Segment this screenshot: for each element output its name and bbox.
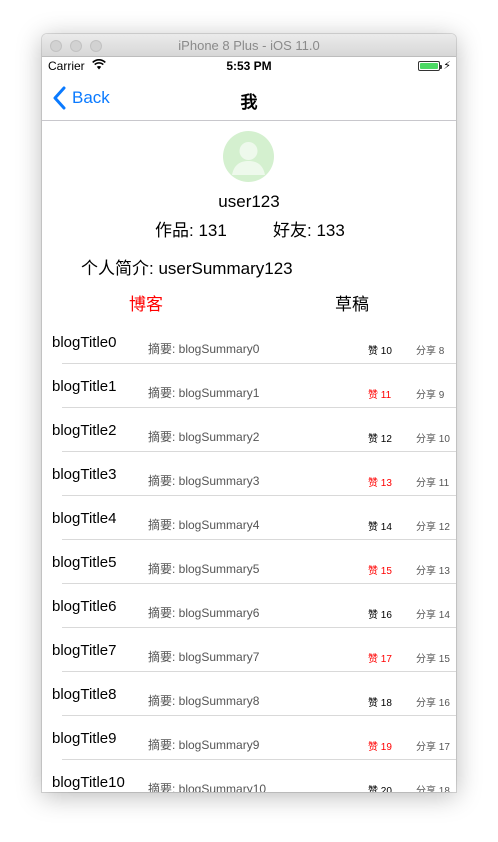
like-count: 赞 20 [368, 786, 392, 792]
blog-title: blogTitle9 [52, 730, 117, 747]
blog-summary: 摘要: blogSummary6 [148, 606, 260, 620]
blog-summary: 摘要: blogSummary7 [148, 650, 260, 664]
like-count: 赞 15 [368, 566, 392, 577]
charging-bolt-icon: ⚡ [443, 60, 451, 72]
list-item[interactable]: blogTitle7 摘要: blogSummary7 赞 17 分享 15 [42, 628, 456, 672]
blog-summary: 摘要: blogSummary4 [148, 518, 260, 532]
segment-tabs: 博客 草稿 [42, 290, 456, 320]
blog-summary: 摘要: blogSummary2 [148, 430, 260, 444]
share-count: 分享 18 [416, 786, 450, 792]
list-item[interactable]: blogTitle3 摘要: blogSummary3 赞 13 分享 11 [42, 452, 456, 496]
like-count: 赞 13 [368, 478, 392, 489]
window-title: iPhone 8 Plus - iOS 11.0 [178, 38, 320, 53]
blog-title: blogTitle0 [52, 334, 117, 351]
list-item[interactable]: blogTitle8 摘要: blogSummary8 赞 18 分享 16 [42, 672, 456, 716]
list-item[interactable]: blogTitle5 摘要: blogSummary5 赞 15 分享 13 [42, 540, 456, 584]
like-count: 赞 18 [368, 698, 392, 709]
list-item[interactable]: blogTitle0 摘要: blogSummary0 赞 10 分享 8 [42, 320, 456, 364]
works-count: 作品: 131 [155, 221, 227, 240]
share-count: 分享 12 [416, 522, 450, 533]
share-count: 分享 8 [416, 346, 445, 357]
status-time: 5:53 PM [226, 59, 272, 73]
tab-blog[interactable]: 博客 [86, 290, 206, 315]
like-count: 赞 11 [368, 390, 392, 401]
blog-title: blogTitle6 [52, 598, 117, 615]
window-titlebar: iPhone 8 Plus - iOS 11.0 [42, 34, 456, 57]
blog-title: blogTitle8 [52, 686, 117, 703]
blog-summary: 摘要: blogSummary10 [148, 782, 267, 792]
navigation-bar: Back 我 [42, 76, 456, 121]
blog-title: blogTitle2 [52, 422, 117, 439]
blog-summary: 摘要: blogSummary8 [148, 694, 260, 708]
simulator-window: iPhone 8 Plus - iOS 11.0 Carrier 5:53 PM… [42, 34, 456, 792]
share-count: 分享 9 [416, 390, 445, 401]
blog-title: blogTitle10 [52, 774, 125, 791]
blog-summary: 摘要: blogSummary9 [148, 738, 260, 752]
page-title: 我 [240, 93, 258, 112]
blog-title: blogTitle3 [52, 466, 117, 483]
like-count: 赞 12 [368, 434, 392, 445]
list-item[interactable]: blogTitle1 摘要: blogSummary1 赞 11 分享 9 [42, 364, 456, 408]
blog-summary: 摘要: blogSummary3 [148, 474, 260, 488]
share-count: 分享 11 [416, 478, 450, 489]
like-count: 赞 19 [368, 742, 392, 753]
share-count: 分享 16 [416, 698, 450, 709]
like-count: 赞 17 [368, 654, 392, 665]
blog-summary: 摘要: blogSummary1 [148, 386, 260, 400]
share-count: 分享 13 [416, 566, 450, 577]
blog-summary: 摘要: blogSummary5 [148, 562, 260, 576]
list-item[interactable]: blogTitle2 摘要: blogSummary2 赞 12 分享 10 [42, 408, 456, 452]
username: user123 [218, 192, 280, 211]
status-bar: Carrier 5:53 PM ⚡ [42, 56, 456, 76]
share-count: 分享 14 [416, 610, 450, 621]
list-item[interactable]: blogTitle4 摘要: blogSummary4 赞 14 分享 12 [42, 496, 456, 540]
blog-title: blogTitle7 [52, 642, 117, 659]
avatar[interactable] [223, 131, 274, 182]
friends-count: 好友: 133 [273, 221, 345, 240]
blog-list: blogTitle0 摘要: blogSummary0 赞 10 分享 8 blogTi… [42, 320, 456, 792]
blog-title: blogTitle1 [52, 378, 117, 395]
user-silhouette-icon [232, 142, 265, 175]
list-item[interactable]: blogTitle6 摘要: blogSummary6 赞 16 分享 14 [42, 584, 456, 628]
blog-title: blogTitle5 [52, 554, 117, 571]
share-count: 分享 17 [416, 742, 450, 753]
battery-icon [418, 61, 442, 71]
share-count: 分享 10 [416, 434, 450, 445]
tab-draft[interactable]: 草稿 [292, 290, 412, 315]
like-count: 赞 16 [368, 610, 392, 621]
profile-summary: 个人简介: userSummary123 [81, 259, 293, 278]
list-item[interactable]: blogTitle10 摘要: blogSummary10 赞 20 分享 18 [42, 760, 456, 792]
like-count: 赞 14 [368, 522, 392, 533]
list-item[interactable]: blogTitle9 摘要: blogSummary9 赞 19 分享 17 [42, 716, 456, 760]
blog-title: blogTitle4 [52, 510, 117, 527]
like-count: 赞 10 [368, 346, 392, 357]
blog-summary: 摘要: blogSummary0 [148, 342, 260, 356]
share-count: 分享 15 [416, 654, 450, 665]
